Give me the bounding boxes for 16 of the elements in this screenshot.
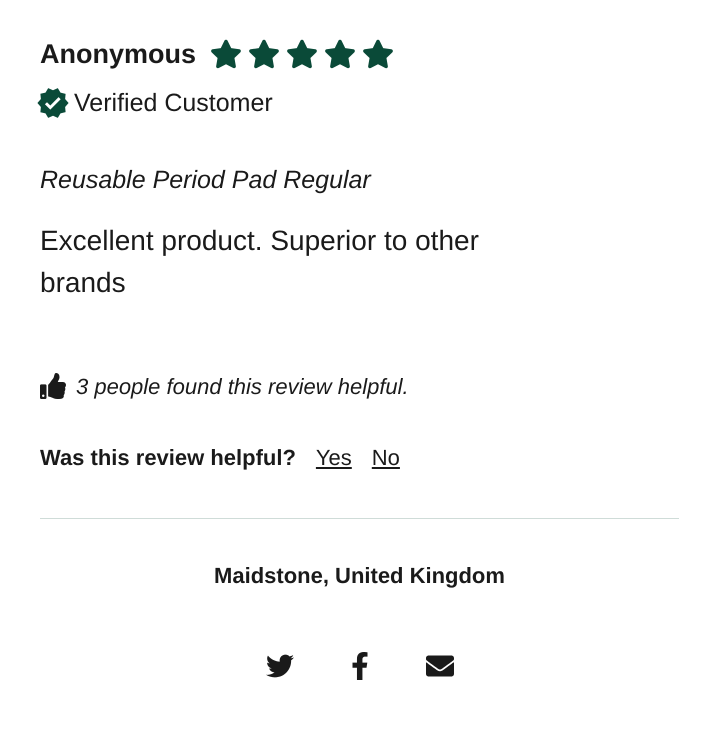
thumbs-up-icon [40, 373, 66, 399]
reviewer-location: Maidstone, United Kingdom [213, 562, 506, 590]
verified-label: Verified Customer [74, 88, 273, 118]
star-icon [248, 38, 280, 70]
product-name: Reusable Period Pad Regular [40, 165, 372, 196]
vote-link[interactable]: Yes [316, 440, 352, 474]
star-icon [286, 38, 318, 70]
star-icon [210, 38, 242, 70]
twitter-share-icon[interactable] [266, 652, 294, 680]
review-body: Excellent product. Superior to other brands [40, 224, 480, 300]
vote-link[interactable]: No [372, 440, 400, 474]
reviewer-name: Anonymous [40, 38, 196, 71]
helpful-question: Was this review helpful? [40, 444, 296, 472]
star-icon [362, 38, 394, 70]
helpful-count: 3 people found this review helpful. [76, 372, 409, 401]
star-icon [324, 38, 356, 70]
